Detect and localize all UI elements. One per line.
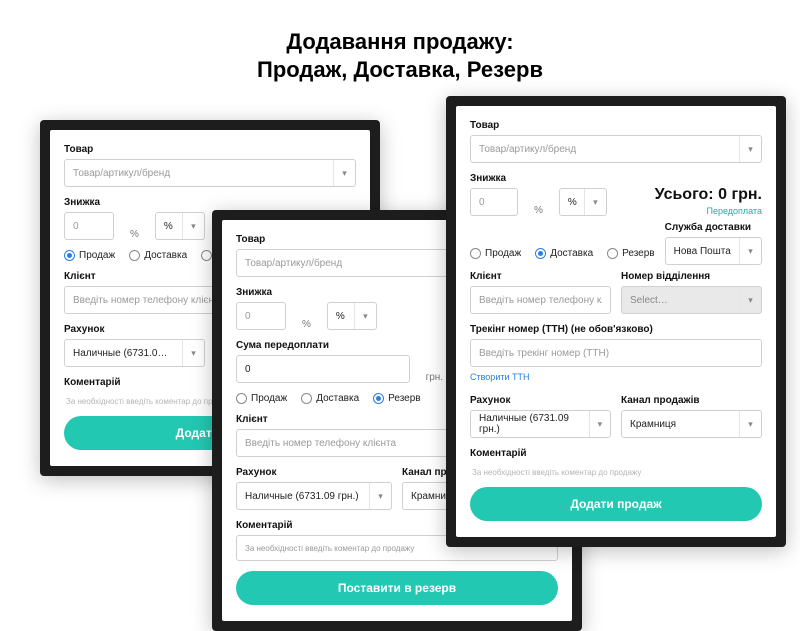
chevron-down-icon: ▾ [584,189,606,215]
chevron-down-icon: ▾ [739,411,761,437]
chevron-down-icon: ▾ [589,411,610,437]
prepay-link[interactable]: Передоплата [620,206,762,216]
chevron-down-icon: ▾ [354,303,376,329]
chevron-down-icon: ▾ [739,238,761,264]
chevron-down-icon: ▾ [182,340,204,366]
account-label: Рахунок [236,467,392,478]
discount-input[interactable] [236,302,286,330]
discount-unit: % [296,319,317,330]
add-sale-button[interactable]: Додати продаж [470,487,762,521]
tracking-label: Трекінг номер (ТТН) (не обов'язково) [470,324,762,335]
prepay-currency: грн. [420,372,450,383]
account-select[interactable]: Наличные (6731.0… ▾ [64,339,205,367]
radio-delivery[interactable]: Доставка [301,393,359,404]
radio-sale[interactable]: Продаж [470,248,521,259]
discount-unit: % [124,229,145,240]
account-label: Рахунок [470,395,611,406]
product-select[interactable]: Товар/артикул/бренд ▾ [470,135,762,163]
chevron-down-icon: ▾ [739,136,761,162]
radio-delivery[interactable]: Доставка [129,250,187,261]
radio-reserve[interactable]: Резерв [373,393,420,404]
account-select[interactable]: Наличные (6731.09 грн.) ▾ [236,482,392,510]
chevron-down-icon: ▾ [333,160,355,186]
discount-type-select[interactable]: % ▾ [155,212,205,240]
discount-input[interactable] [64,212,114,240]
radio-reserve[interactable]: Резерв [607,248,654,259]
mode-radio-group: Продаж Доставка Резерв [470,248,655,259]
total-amount: Усього: 0 грн. [620,186,762,204]
channel-select[interactable]: Крамниця ▾ [621,410,762,438]
comment-hint: За необхідності введіть коментар до прод… [470,463,762,477]
tracking-input[interactable] [470,339,762,367]
account-select[interactable]: Наличные (6731.09 грн.) ▾ [470,410,611,438]
chevron-down-icon: ▾ [182,213,204,239]
discount-label: Знижка [64,197,214,208]
discount-type-select[interactable]: % ▾ [327,302,377,330]
discount-label: Знижка [470,173,610,184]
delivery-form: Товар Товар/артикул/бренд ▾ Знижка % % ▾ [456,106,776,537]
carrier-label: Служба доставки [665,222,762,233]
discount-input[interactable] [470,188,518,216]
chevron-down-icon: ▾ [369,483,391,509]
branch-label: Номер відділення [621,271,762,282]
chevron-down-icon: ▾ [739,287,761,313]
prepay-input[interactable] [236,355,410,383]
create-ttn-link[interactable]: Створити ТТН [470,372,529,382]
branch-select[interactable]: Select… ▾ [621,286,762,314]
account-label: Рахунок [64,324,205,335]
delivery-form-frame: Товар Товар/артикул/бренд ▾ Знижка % % ▾ [446,96,786,547]
carrier-select[interactable]: Нова Пошта ▾ [665,237,762,265]
comment-label: Коментарій [470,448,762,459]
radio-sale[interactable]: Продаж [64,250,115,261]
product-label: Товар [64,144,356,155]
radio-sale[interactable]: Продаж [236,393,287,404]
client-label: Клієнт [470,271,611,282]
product-select[interactable]: Товар/артикул/бренд ▾ [64,159,356,187]
radio-delivery[interactable]: Доставка [535,248,593,259]
channel-label: Канал продажів [621,395,762,406]
discount-label: Знижка [236,287,386,298]
discount-type-select[interactable]: % ▾ [559,188,607,216]
product-label: Товар [470,120,762,131]
client-phone-input[interactable] [470,286,611,314]
page-heading: Додавання продажу: Продаж, Доставка, Рез… [0,28,800,83]
discount-unit: % [528,205,549,216]
